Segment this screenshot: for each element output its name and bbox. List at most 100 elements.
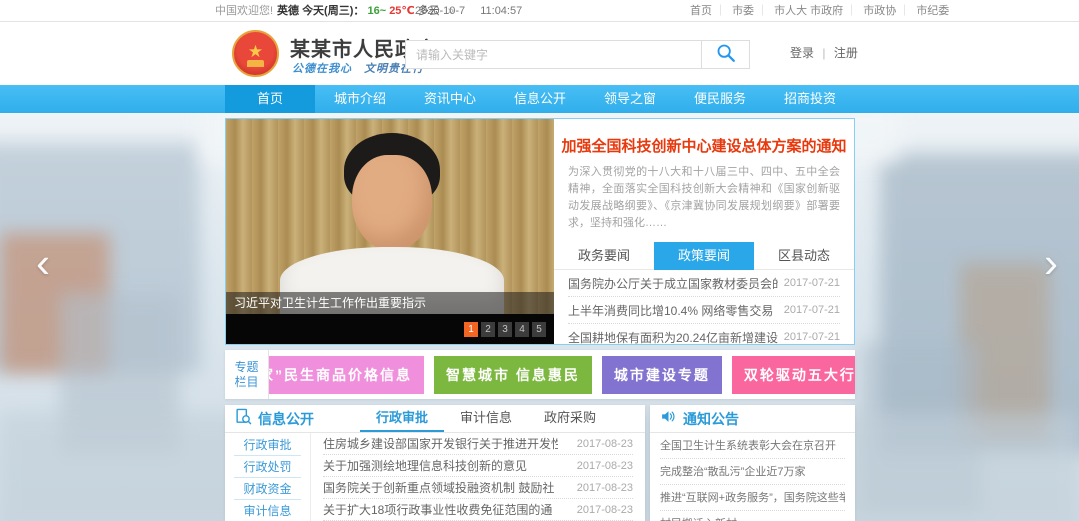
tab-district-news[interactable]: 区县动态 — [754, 242, 854, 270]
news-item[interactable]: 上半年消费同比增10.4% 网络零售交易 2017-07-21 — [568, 297, 840, 324]
temp-high: 25℃ — [389, 5, 415, 17]
carousel-slide-photo[interactable]: 习近平对卫生计生工作作出重要指示 1 2 3 4 5 — [226, 119, 554, 344]
search-input[interactable] — [406, 41, 701, 68]
emblem-star-icon: ★ — [248, 43, 263, 60]
news-item-title: 上半年消费同比增10.4% 网络零售交易 — [568, 302, 773, 319]
notice-section: 通知公告 全国卫生计生系统表彰大会在京召开 完成整治“散乱污”企业近7万家 推进… — [650, 405, 855, 521]
topic-banner-dual-drive[interactable]: 双轮驱动五大行动 — [732, 356, 855, 394]
main-nav: 首页 城市介绍 资讯中心 信息公开 领导之窗 便民服务 招商投资 — [0, 85, 1079, 113]
top-link-zhengxie[interactable]: 市政协 — [863, 5, 913, 17]
page: 中国欢迎您! 英德 今天(周三)： 16~ 25℃ 多云 » 2020-10-7… — [0, 0, 1079, 521]
speaker-icon — [660, 408, 677, 430]
nav-item-info-disclosure[interactable]: 信息公开 — [495, 85, 585, 113]
news-item-title: 国务院办公厅关于成立国家教材委员会的通知 — [568, 275, 778, 292]
top-link-home[interactable]: 首页 — [690, 5, 729, 17]
news-tabs: 政务要闻 政策要闻 区县动态 — [554, 242, 854, 270]
weather-city: 英德 — [277, 5, 299, 17]
slogan-left: 公德在我心 — [292, 63, 352, 75]
info-box-header: 信息公开 行政审批 审计信息 政府采购 — [225, 405, 645, 433]
carousel-pager: 1 2 3 4 5 — [464, 322, 546, 337]
notice-box-header: 通知公告 — [650, 405, 855, 433]
datetime: 2020-10-7 11:04:57 — [415, 0, 534, 22]
nav-item-investment[interactable]: 招商投资 — [765, 85, 855, 113]
topic-banner-smart-city[interactable]: 智慧城市 信息惠民 — [434, 356, 592, 394]
topics-label: 专题 栏目 — [225, 350, 269, 399]
national-emblem-logo: ★ — [232, 30, 279, 77]
info-item-date: 2017-08-23 — [577, 482, 633, 494]
featured-headline[interactable]: 加强全国科技创新中心建设总体方案的通知 — [554, 135, 854, 156]
notice-item[interactable]: 全国卫生计生系统表彰大会在京召开 — [660, 433, 845, 459]
carousel-prev-button[interactable]: ‹ — [36, 242, 50, 284]
weather-today-label: 今天(周三)： — [302, 5, 364, 17]
info-item-title: 住房城乡建设部国家开发银行关于推进开发性 — [323, 435, 558, 452]
pager-3[interactable]: 3 — [498, 322, 512, 337]
register-link[interactable]: 注册 — [834, 46, 858, 60]
nav-item-home[interactable]: 首页 — [225, 85, 315, 113]
site-header: ★ 某某市人民政府 公德在我心 文明贵在行 登录 | 注册 — [0, 22, 1079, 85]
info-item[interactable]: 关于加强测绘地理信息科技创新的意见 2017-08-23 — [323, 455, 633, 477]
pager-4[interactable]: 4 — [515, 322, 529, 337]
side-item-admin-approval[interactable]: 行政审批 — [234, 434, 301, 456]
news-panel: 加强全国科技创新中心建设总体方案的通知 为深入贯彻党的十八大和十八届三中、四中、… — [554, 119, 854, 344]
notice-item[interactable]: 村民搬迁入新村 — [660, 511, 845, 521]
welcome-text: 中国欢迎您! — [215, 0, 273, 22]
news-item[interactable]: 全国耕地保有面积为20.24亿亩新增建设 2017-07-21 — [568, 324, 840, 351]
info-box-title: 信息公开 — [258, 409, 314, 429]
notice-item[interactable]: 完成整治“散乱污”企业近7万家 — [660, 459, 845, 485]
tab-policy-news[interactable]: 政策要闻 — [654, 242, 754, 270]
info-item[interactable]: 国务院关于创新重点领域投融资机制 鼓励社 2017-08-23 — [323, 477, 633, 499]
info-item[interactable]: 关于扩大18项行政事业性收费免征范围的通 2017-08-23 — [323, 499, 633, 521]
photo-person-face — [352, 155, 432, 251]
topics-label-line2: 栏目 — [225, 375, 268, 390]
info-side-menu: 行政审批 行政处罚 财政资金 审计信息 — [225, 433, 311, 521]
info-item-date: 2017-08-23 — [577, 504, 633, 516]
nav-item-services[interactable]: 便民服务 — [675, 85, 765, 113]
side-item-fiscal-funds[interactable]: 财政资金 — [234, 478, 301, 500]
news-item-title: 全国耕地保有面积为20.24亿亩新增建设 — [568, 329, 778, 346]
login-link[interactable]: 登录 — [790, 46, 814, 60]
current-time: 11:04:57 — [480, 5, 522, 17]
hero-section: 习近平对卫生计生工作作出重要指示 1 2 3 4 5 加强全国科技创新中心建设总… — [225, 118, 855, 345]
info-tab-gov-procurement[interactable]: 政府采购 — [528, 405, 612, 432]
news-item-date: 2017-07-21 — [784, 331, 840, 343]
nav-item-city-intro[interactable]: 城市介绍 — [315, 85, 405, 113]
search-icon — [715, 42, 737, 67]
notice-item[interactable]: 推进“互联网+政务服务”，国务院这些举措便利你我生活方方面 — [660, 485, 845, 511]
search-box — [405, 40, 750, 69]
pager-5[interactable]: 5 — [532, 322, 546, 337]
current-date: 2020-10-7 — [415, 5, 465, 17]
side-item-audit-info[interactable]: 审计信息 — [234, 500, 301, 521]
info-item[interactable]: 住房城乡建设部国家开发银行关于推进开发性 2017-08-23 — [323, 433, 633, 455]
carousel-caption[interactable]: 习近平对卫生计生工作作出重要指示 — [226, 292, 554, 314]
pager-2[interactable]: 2 — [481, 322, 495, 337]
top-link-jiwei[interactable]: 市纪委 — [916, 5, 949, 17]
auth-separator: | — [822, 46, 825, 60]
news-item[interactable]: 国务院办公厅关于成立国家教材委员会的通知 2017-07-21 — [568, 270, 840, 297]
top-link-shiwei[interactable]: 市委 — [732, 5, 771, 17]
info-item-date: 2017-08-23 — [577, 438, 633, 450]
search-button[interactable] — [701, 41, 749, 68]
pager-1[interactable]: 1 — [464, 322, 478, 337]
topic-banner-city-construction[interactable]: 城市建设专题 — [602, 356, 722, 394]
top-link-renda-zhengfu[interactable]: 市人大 市政府 — [774, 5, 860, 17]
topic-banner-price-info[interactable]: 家”民生商品价格信息 — [269, 356, 424, 394]
info-list: 住房城乡建设部国家开发银行关于推进开发性 2017-08-23 关于加强测绘地理… — [311, 433, 645, 521]
info-tab-admin-approval[interactable]: 行政审批 — [360, 405, 444, 432]
carousel-bottom-strip: 1 2 3 4 5 — [226, 314, 554, 344]
info-tabs: 行政审批 审计信息 政府采购 — [360, 405, 612, 432]
info-item-date: 2017-08-23 — [577, 460, 633, 472]
news-list: 国务院办公厅关于成立国家教材委员会的通知 2017-07-21 上半年消费同比增… — [554, 270, 854, 351]
side-item-admin-penalty[interactable]: 行政处罚 — [234, 456, 301, 478]
tab-zhengwu-news[interactable]: 政务要闻 — [554, 242, 654, 270]
carousel-next-button[interactable]: › — [1044, 242, 1058, 284]
topics-banner-viewport: 家”民生商品价格信息 智慧城市 信息惠民 城市建设专题 双轮驱动五大行动 行政执… — [269, 350, 855, 399]
info-tab-audit-info[interactable]: 审计信息 — [444, 405, 528, 432]
top-utility-bar: 中国欢迎您! 英德 今天(周三)： 16~ 25℃ 多云 » 2020-10-7… — [0, 0, 1079, 22]
doc-search-icon — [235, 408, 252, 430]
nav-item-leaders[interactable]: 领导之窗 — [585, 85, 675, 113]
info-box-body: 行政审批 行政处罚 财政资金 审计信息 住房城乡建设部国家开发银行关于推进开发性… — [225, 433, 645, 521]
info-item-title: 关于扩大18项行政事业性收费免征范围的通 — [323, 501, 552, 518]
info-disclosure-section: 信息公开 行政审批 审计信息 政府采购 行政审批 行政处罚 财政资金 审计信息 … — [225, 405, 645, 521]
news-item-date: 2017-07-21 — [784, 277, 840, 289]
nav-item-news-center[interactable]: 资讯中心 — [405, 85, 495, 113]
